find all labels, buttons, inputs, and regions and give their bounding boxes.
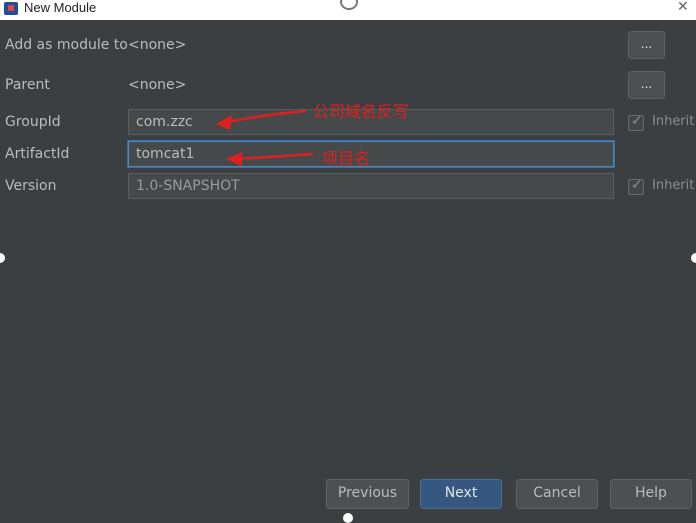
- parent-label: Parent: [5, 77, 50, 93]
- resize-handle-bottom[interactable]: [343, 513, 353, 523]
- previous-button[interactable]: Previous: [326, 479, 409, 509]
- parent-browse-button[interactable]: ...: [628, 71, 665, 99]
- artifact-id-field[interactable]: tomcat1: [128, 141, 614, 167]
- title-bar: New Module ✕: [0, 0, 696, 20]
- group-id-label: GroupId: [5, 114, 61, 130]
- group-id-inherit-label: Inherit: [652, 114, 695, 129]
- resize-handle-left[interactable]: [0, 253, 5, 263]
- window-title: New Module: [24, 0, 97, 15]
- artifact-id-label: ArtifactId: [5, 146, 70, 162]
- next-button[interactable]: Next: [420, 479, 502, 509]
- artifact-id-annotation: 项目名: [322, 149, 371, 168]
- group-id-annotation: 公司域名反写: [313, 102, 410, 121]
- checkbox-icon: [628, 113, 644, 131]
- app-icon: [4, 2, 18, 15]
- parent-value: <none>: [128, 77, 187, 93]
- add-as-module-label: Add as module to: [5, 37, 128, 53]
- help-button[interactable]: Help: [610, 479, 692, 509]
- resize-handle-right[interactable]: [691, 253, 696, 263]
- add-as-module-browse-button[interactable]: ...: [628, 31, 665, 59]
- add-as-module-value: <none>: [128, 37, 187, 53]
- version-inherit-label: Inherit: [652, 178, 695, 193]
- version-field[interactable]: 1.0-SNAPSHOT: [128, 173, 614, 199]
- annotation-arrows: [216, 109, 314, 166]
- cancel-button[interactable]: Cancel: [516, 479, 598, 509]
- loading-icon: [340, 0, 358, 10]
- close-icon[interactable]: ✕: [677, 0, 689, 15]
- checkbox-icon: [628, 177, 644, 195]
- version-label: Version: [5, 178, 57, 194]
